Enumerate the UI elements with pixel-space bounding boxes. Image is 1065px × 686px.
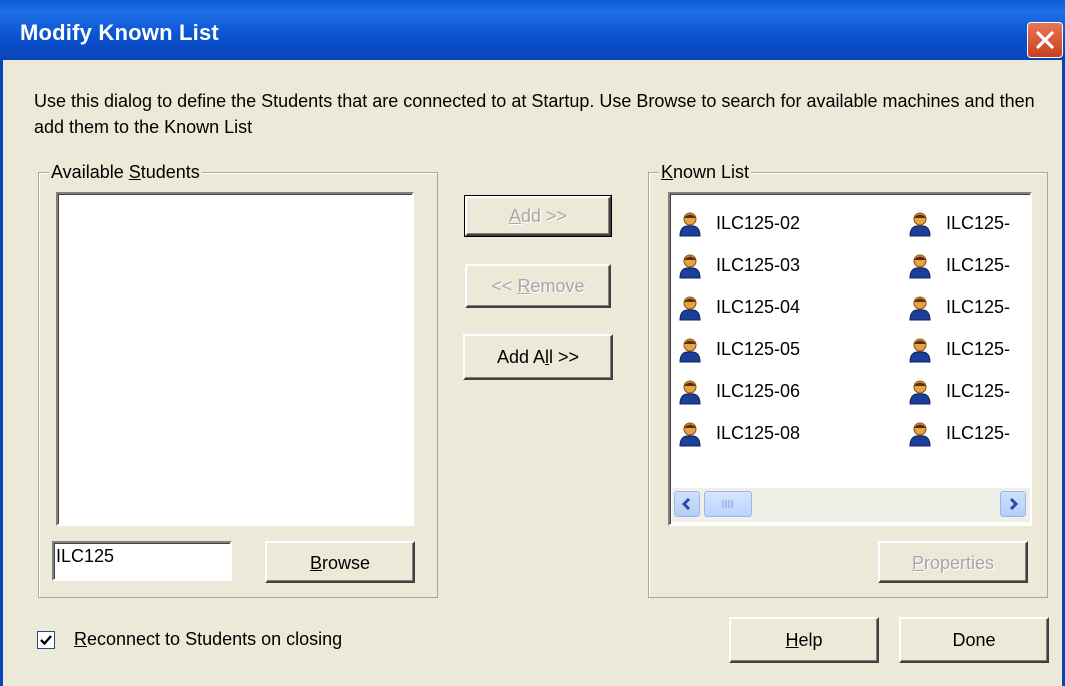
known-list-item[interactable]: ILC125-06 (678, 378, 828, 405)
known-list-item-label: ILC125-02 (716, 213, 801, 233)
known-list-item-label: ILC125- (946, 381, 1011, 401)
browse-button[interactable]: Browse (265, 541, 415, 583)
dialog-description: Use this dialog to define the Students t… (34, 91, 1035, 137)
user-icon (679, 422, 701, 447)
checkmark-icon (40, 635, 52, 646)
properties-button[interactable]: Properties (878, 541, 1028, 583)
grip-icon (722, 500, 733, 508)
known-list-item[interactable]: ILC125- (908, 210, 1030, 237)
user-icon (679, 380, 701, 405)
known-list-item[interactable]: ILC125-04 (678, 294, 828, 321)
user-icon (909, 380, 931, 405)
available-students-list[interactable] (56, 192, 414, 526)
chevron-left-icon (681, 497, 691, 511)
student-filter-input[interactable]: ILC125 (52, 541, 232, 581)
known-list-item[interactable]: ILC125-02 (678, 210, 828, 237)
user-icon (909, 422, 931, 447)
known-list-item[interactable]: ILC125- (908, 336, 1030, 363)
known-list-item-label: ILC125-03 (716, 255, 801, 275)
known-list-item[interactable]: ILC125- (908, 252, 1030, 279)
known-list-title: Known List (659, 161, 752, 183)
known-list-item[interactable]: ILC125- (908, 378, 1030, 405)
window-border-left (0, 60, 3, 686)
window-title: Modify Known List (20, 20, 219, 45)
known-list-item[interactable]: ILC125-08 (678, 420, 828, 447)
known-list-item-label: ILC125- (946, 255, 1011, 275)
known-list-item-label: ILC125- (946, 297, 1011, 317)
reconnect-checkbox-label[interactable]: Reconnect to Students on closing (74, 629, 342, 650)
user-icon (909, 212, 931, 237)
user-icon (679, 254, 701, 279)
help-button[interactable]: Help (729, 617, 879, 663)
horizontal-scrollbar[interactable] (672, 488, 1030, 522)
remove-button[interactable]: << Remove (465, 264, 611, 308)
known-list[interactable]: ILC125-02 ILC125-03 ILC125-04 ILC125-05 ILC1… (668, 192, 1032, 526)
scroll-thumb[interactable] (704, 491, 752, 517)
add-all-button[interactable]: Add All >> (463, 334, 613, 380)
chevron-right-icon (1009, 497, 1019, 511)
known-list-item-label: ILC125- (946, 213, 1011, 233)
close-icon (1036, 31, 1054, 49)
known-list-item[interactable]: ILC125- (908, 420, 1030, 447)
available-students-title: Available Students (49, 161, 202, 183)
reconnect-checkbox[interactable] (37, 631, 55, 649)
user-icon (679, 338, 701, 363)
user-icon (679, 296, 701, 321)
known-list-item-label: ILC125-04 (716, 297, 801, 317)
known-list-item-label: ILC125- (946, 339, 1011, 359)
known-list-item[interactable]: ILC125-03 (678, 252, 828, 279)
known-list-item[interactable]: ILC125- (908, 294, 1030, 321)
scroll-right-button[interactable] (1000, 491, 1026, 517)
done-button[interactable]: Done (899, 617, 1049, 663)
user-icon (909, 338, 931, 363)
known-list-item-label: ILC125-05 (716, 339, 801, 359)
user-icon (909, 254, 931, 279)
add-button[interactable]: Add >> (464, 195, 612, 237)
title-bar[interactable]: Modify Known List (0, 0, 1065, 60)
close-button[interactable] (1027, 22, 1063, 58)
known-list-item-label: ILC125-06 (716, 381, 801, 401)
known-list-item-label: ILC125- (946, 423, 1011, 443)
known-list-item-label: ILC125-08 (716, 423, 801, 443)
known-list-item[interactable]: ILC125-05 (678, 336, 828, 363)
user-icon (909, 296, 931, 321)
scroll-left-button[interactable] (674, 491, 700, 517)
user-icon (679, 212, 701, 237)
